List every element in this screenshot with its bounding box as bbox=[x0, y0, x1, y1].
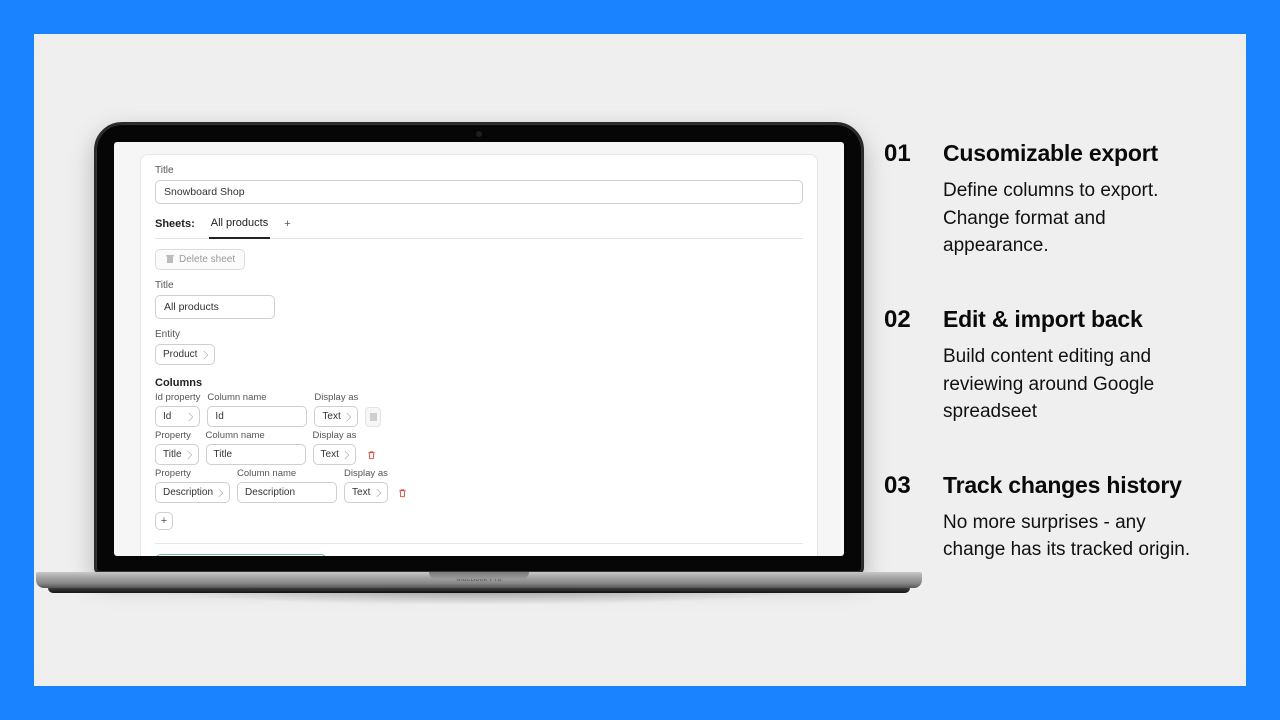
feature-item: 02 Edit & import back Build content edit… bbox=[884, 306, 1206, 426]
delete-column-button[interactable] bbox=[363, 445, 379, 465]
feature-number: 01 bbox=[884, 140, 926, 260]
sheets-tabs-row: Sheets: All products + bbox=[155, 217, 803, 239]
sheets-label: Sheets: bbox=[155, 218, 195, 238]
page-outer: Title Snowboard Shop Sheets: All product… bbox=[0, 0, 1280, 720]
col-prop-label: Property bbox=[155, 430, 199, 441]
sheet-title-section: Title All products bbox=[155, 280, 803, 319]
feature-item: 01 Cusomizable export Define columns to … bbox=[884, 140, 1206, 260]
add-sheet-button[interactable]: + bbox=[284, 218, 290, 238]
sheet-title-input[interactable]: All products bbox=[155, 295, 275, 319]
trash-icon bbox=[165, 255, 174, 265]
entity-value: Product bbox=[163, 349, 197, 360]
delete-sheet-label: Delete sheet bbox=[179, 254, 235, 265]
features-list: 01 Cusomizable export Define columns to … bbox=[864, 70, 1246, 649]
sheet-tab-all-products[interactable]: All products bbox=[209, 217, 270, 239]
delete-sheet-button[interactable]: Delete sheet bbox=[155, 249, 245, 270]
col-property-select[interactable]: Description bbox=[155, 482, 230, 503]
col-display-select[interactable]: Text bbox=[344, 482, 388, 503]
feature-title: Cusomizable export bbox=[943, 140, 1206, 167]
col-name-input[interactable]: Id bbox=[207, 406, 307, 427]
card-footer: Create synchronized spreadsheet ✓ Export… bbox=[155, 543, 803, 556]
trash-icon bbox=[366, 449, 377, 461]
feature-desc: No more surprises - any change has its t… bbox=[943, 509, 1206, 564]
laptop: Title Snowboard Shop Sheets: All product… bbox=[94, 122, 864, 598]
create-spreadsheet-button[interactable]: Create synchronized spreadsheet bbox=[155, 554, 327, 556]
col-display-select[interactable]: Text bbox=[314, 406, 358, 427]
col-prop-label: Property bbox=[155, 468, 230, 479]
col-name-label: Column name bbox=[207, 392, 307, 403]
trackpad-notch bbox=[429, 572, 529, 579]
laptop-bezel: Title Snowboard Shop Sheets: All product… bbox=[94, 122, 864, 574]
feature-desc: Build content editing and reviewing arou… bbox=[943, 343, 1206, 426]
title-input[interactable]: Snowboard Shop bbox=[155, 180, 803, 204]
feature-number: 02 bbox=[884, 306, 926, 426]
columns-heading: Columns bbox=[155, 377, 803, 389]
app-screen: Title Snowboard Shop Sheets: All product… bbox=[114, 142, 844, 556]
device-mockup-area: Title Snowboard Shop Sheets: All product… bbox=[34, 34, 864, 686]
feature-number: 03 bbox=[884, 472, 926, 564]
col-display-select[interactable]: Text bbox=[313, 444, 357, 465]
col-display-label: Display as bbox=[313, 430, 357, 441]
feature-title: Track changes history bbox=[943, 472, 1206, 499]
col-display-label: Display as bbox=[314, 392, 358, 403]
camera-dot bbox=[476, 131, 482, 137]
col-property-select[interactable]: Title bbox=[155, 444, 199, 465]
add-column-button[interactable]: + bbox=[155, 512, 173, 530]
entity-section: Entity Product bbox=[155, 329, 803, 365]
trash-icon bbox=[370, 413, 377, 421]
col-property-select[interactable]: Id bbox=[155, 406, 200, 427]
feature-title: Edit & import back bbox=[943, 306, 1206, 333]
col-prop-label: Id property bbox=[155, 392, 200, 403]
col-name-input[interactable]: Description bbox=[237, 482, 337, 503]
col-display-label: Display as bbox=[344, 468, 388, 479]
feature-item: 03 Track changes history No more surpris… bbox=[884, 472, 1206, 564]
page-inner: Title Snowboard Shop Sheets: All product… bbox=[34, 34, 1246, 686]
entity-label: Entity bbox=[155, 329, 803, 340]
column-row: Property Description Column name Descrip… bbox=[155, 468, 803, 503]
col-name-label: Column name bbox=[206, 430, 306, 441]
column-row: Property Title Column name Title Display… bbox=[155, 430, 803, 465]
delete-column-button[interactable] bbox=[395, 483, 411, 503]
column-row: Id property Id Column name Id Display as… bbox=[155, 392, 803, 427]
trash-icon bbox=[397, 487, 408, 499]
sheet-title-label: Title bbox=[155, 280, 803, 291]
entity-select[interactable]: Product bbox=[155, 344, 215, 365]
feature-desc: Define columns to export. Change format … bbox=[943, 177, 1206, 260]
config-card: Title Snowboard Shop Sheets: All product… bbox=[140, 154, 818, 556]
laptop-shadow bbox=[24, 591, 934, 613]
laptop-hinge: MacBook Pro bbox=[36, 572, 922, 588]
delete-column-button-disabled bbox=[365, 407, 381, 427]
col-name-label: Column name bbox=[237, 468, 337, 479]
col-name-input[interactable]: Title bbox=[206, 444, 306, 465]
laptop-base: MacBook Pro bbox=[94, 572, 864, 598]
title-label: Title bbox=[155, 165, 803, 176]
